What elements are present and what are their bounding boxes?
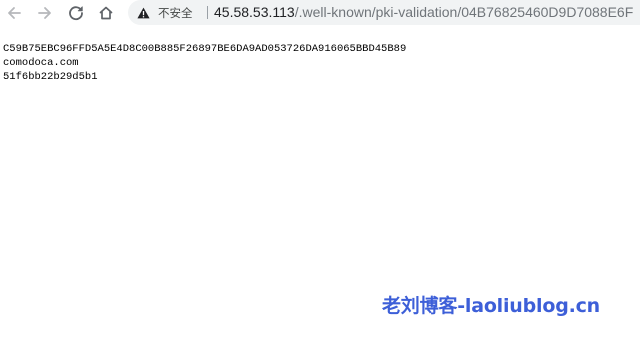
watermark: 老刘博客-laoliublog.cn <box>382 295 600 317</box>
reload-button[interactable] <box>66 3 86 23</box>
security-label: 不安全 <box>158 5 193 20</box>
url-path: /.well-known/pki-validation/04B76825460D… <box>294 4 634 20</box>
security-indicator[interactable]: 不安全 <box>137 5 193 20</box>
arrow-right-icon <box>38 7 51 19</box>
address-bar[interactable]: 不安全 45.58.53.113/.well-known/pki-validat… <box>128 0 640 25</box>
validation-token: 51f6bb22b29d5b1 <box>3 71 98 83</box>
page-content: C59B75EBC96FFD5A5E4D8C00B885F26897BE6DA9… <box>3 42 406 84</box>
url-host: 45.58.53.113 <box>214 4 295 20</box>
browser-toolbar: 不安全 45.58.53.113/.well-known/pki-validat… <box>0 0 640 26</box>
warning-triangle-icon <box>137 7 150 18</box>
validation-hash: C59B75EBC96FFD5A5E4D8C00B885F26897BE6DA9… <box>3 43 407 55</box>
validation-domain: comodoca.com <box>3 57 79 69</box>
home-button[interactable] <box>96 3 116 23</box>
home-icon <box>99 6 113 20</box>
omnibox-divider <box>207 6 208 19</box>
url-text[interactable]: 45.58.53.113/.well-known/pki-validation/… <box>214 4 633 21</box>
forward-button[interactable] <box>35 3 55 23</box>
back-button[interactable] <box>4 3 24 23</box>
arrow-left-icon <box>8 7 21 19</box>
reload-icon <box>69 6 83 21</box>
